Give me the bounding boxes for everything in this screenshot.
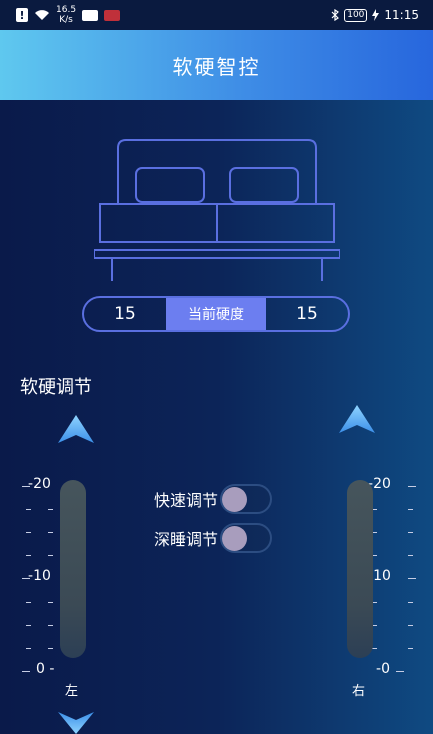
- right-scale-label-0: -0: [376, 661, 390, 677]
- deep-sleep-adjust-toggle[interactable]: [220, 523, 273, 553]
- app-badge-icon: [104, 9, 121, 21]
- scale-tick: [408, 555, 413, 556]
- scale-label: 20: [33, 476, 51, 492]
- toggle-knob: [222, 526, 248, 551]
- status-right: 100 11:15: [331, 8, 419, 22]
- scale-tick: [26, 625, 31, 626]
- bed-icon: [94, 139, 340, 281]
- scale-tick: [396, 671, 404, 672]
- deep-sleep-adjust-row: 深睡调节: [154, 523, 273, 553]
- left-scale-label-20: -20: [28, 476, 51, 492]
- scale-tick: [26, 602, 31, 603]
- title-bar: 软硬智控: [0, 30, 433, 100]
- scale-tick: [408, 625, 413, 626]
- right-side-label: 右: [352, 684, 366, 699]
- right-increase-arrow-icon[interactable]: [339, 405, 375, 433]
- charging-icon: [372, 9, 380, 21]
- scale-label: 10: [373, 568, 391, 584]
- current-hardness-label: 当前硬度: [166, 298, 266, 330]
- scale-tick: [48, 602, 53, 603]
- scale-tick: [26, 555, 31, 556]
- scale-tick: [408, 602, 413, 603]
- scale-tick: [408, 486, 416, 487]
- scale-label: 0: [36, 661, 45, 677]
- scale-tick: [26, 509, 31, 510]
- bluetooth-icon: [331, 9, 340, 21]
- left-scale-label-10: -10: [28, 568, 51, 584]
- net-speed-value: 16.5: [56, 5, 77, 15]
- left-hardness-value: 15: [114, 304, 136, 324]
- deep-sleep-adjust-label: 深睡调节: [154, 530, 219, 549]
- hardness-display: 15 当前硬度 15: [82, 296, 350, 332]
- battery-level: 100: [347, 9, 365, 20]
- status-time: 11:15: [384, 8, 419, 22]
- battery-icon: 100: [344, 8, 368, 22]
- scale-tick: [48, 509, 53, 510]
- page-title: 软硬智控: [172, 54, 261, 79]
- right-scale: -20 -10 -0: [368, 476, 432, 678]
- scale-tick: [22, 486, 30, 487]
- scale-tick: [372, 648, 377, 649]
- net-speed-unit: K/s: [59, 15, 73, 25]
- quick-adjust-toggle[interactable]: [220, 484, 273, 514]
- scale-label: 10: [33, 568, 51, 584]
- status-bar: ! 16.5 K/s 100 11:15: [0, 0, 433, 30]
- section-title: 软硬调节: [20, 377, 92, 398]
- app-badge-icon: [82, 9, 99, 21]
- scale-tick: [48, 555, 53, 556]
- scale-tick: [408, 648, 413, 649]
- alert-icon: !: [16, 8, 28, 22]
- left-decrease-arrow-icon[interactable]: [58, 712, 94, 734]
- scale-tick: [48, 625, 53, 626]
- scale-tick: [48, 532, 53, 533]
- net-speed: 16.5 K/s: [56, 5, 76, 25]
- status-left: ! 16.5 K/s: [16, 5, 121, 25]
- scale-tick: [22, 671, 30, 672]
- quick-adjust-row: 快速调节: [154, 484, 273, 514]
- left-side-label: 左: [65, 684, 79, 699]
- quick-adjust-label: 快速调节: [154, 491, 219, 510]
- scale-tick: [26, 532, 31, 533]
- scale-tick: [408, 578, 416, 579]
- scale-tick: [408, 509, 413, 510]
- wifi-icon: [35, 10, 49, 20]
- scale-tick: [26, 648, 31, 649]
- right-hardness-value: 15: [296, 304, 318, 324]
- scale-label: 0: [381, 661, 390, 677]
- right-hardness-slider[interactable]: [347, 480, 373, 658]
- scale-label: 20: [373, 476, 391, 492]
- scale-tick: [22, 578, 30, 579]
- left-increase-arrow-icon[interactable]: [58, 415, 94, 443]
- main-content: 15 当前硬度 15 软硬调节 -20 -10 0 - -20 10 -0 左 …: [0, 100, 433, 734]
- scale-tick: [408, 532, 413, 533]
- left-scale-label-0: 0 -: [36, 661, 55, 677]
- scale-tick: [48, 648, 53, 649]
- toggle-knob: [222, 487, 248, 512]
- left-hardness-slider[interactable]: [60, 480, 86, 658]
